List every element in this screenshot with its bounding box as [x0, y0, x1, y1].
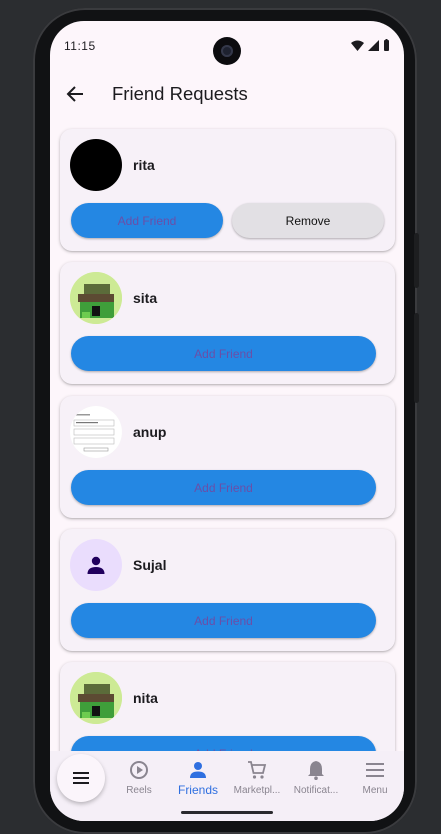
menu-fab-button[interactable] [57, 754, 105, 802]
add-friend-button[interactable]: Add Friend [71, 603, 376, 638]
friend-name: sita [133, 290, 158, 306]
bell-icon [308, 761, 324, 780]
app-bar: Friend Requests [50, 69, 404, 119]
wifi-icon [351, 40, 364, 51]
bottom-navigation-bar: Reels Friends Marketpl... Notificat... M… [50, 751, 404, 821]
remove-button[interactable]: Remove [232, 203, 384, 238]
friend-request-card: rita Add Friend Remove [60, 129, 395, 251]
nav-item-reels[interactable]: Reels [110, 759, 168, 796]
person-icon [190, 762, 206, 778]
pixel-art-avatar-image [70, 272, 122, 324]
play-circle-icon [130, 761, 148, 779]
friend-request-card: nita Add Friend [60, 662, 395, 751]
back-button[interactable] [62, 81, 88, 107]
front-camera [213, 37, 241, 65]
battery-icon [384, 39, 389, 51]
menu-icon [366, 763, 384, 777]
friend-request-card: anup Add Friend [60, 396, 395, 518]
menu-icon [73, 772, 89, 784]
power-button [414, 313, 419, 403]
cart-icon [248, 761, 267, 779]
volume-button [414, 233, 419, 288]
nav-label: Notificat... [293, 785, 339, 796]
person-icon [87, 556, 105, 574]
nav-label: Friends [177, 783, 218, 797]
nav-label: Menu [362, 785, 388, 796]
avatar [70, 406, 122, 458]
add-friend-button[interactable]: Add Friend [71, 470, 376, 505]
nav-item-friends[interactable]: Friends [169, 759, 227, 797]
friend-name: rita [133, 157, 155, 173]
home-indicator[interactable] [181, 811, 273, 814]
avatar [70, 539, 122, 591]
avatar [70, 672, 122, 724]
pixel-art-avatar-image [70, 672, 122, 724]
app-screen: 11:15 Friend Requests rita Add Friend Re… [50, 21, 404, 821]
friend-name: anup [133, 424, 167, 440]
avatar [70, 272, 122, 324]
nav-item-menu[interactable]: Menu [346, 759, 404, 796]
add-friend-button[interactable]: Add Friend [71, 736, 376, 751]
friend-name: Sujal [133, 557, 167, 573]
friend-request-card: sita Add Friend [60, 262, 395, 384]
status-icons [351, 39, 390, 51]
nav-item-marketplace[interactable]: Marketpl... [228, 759, 286, 796]
nav-label: Marketpl... [233, 785, 281, 796]
page-title: Friend Requests [112, 83, 248, 104]
friend-request-list[interactable]: rita Add Friend Remove sita Add Friend a… [50, 121, 404, 751]
arrow-back-icon [66, 86, 83, 102]
friend-request-card: Sujal Add Friend [60, 529, 395, 651]
signal-icon [368, 39, 379, 51]
avatar [70, 139, 122, 191]
add-friend-button[interactable]: Add Friend [71, 336, 376, 371]
friend-name: nita [133, 690, 158, 706]
status-bar: 11:15 [50, 21, 404, 69]
screenshot-thumbnail-image [70, 406, 122, 458]
add-friend-button[interactable]: Add Friend [71, 203, 223, 238]
status-time: 11:15 [64, 39, 96, 53]
nav-item-notifications[interactable]: Notificat... [287, 759, 345, 796]
nav-label: Reels [126, 785, 152, 796]
